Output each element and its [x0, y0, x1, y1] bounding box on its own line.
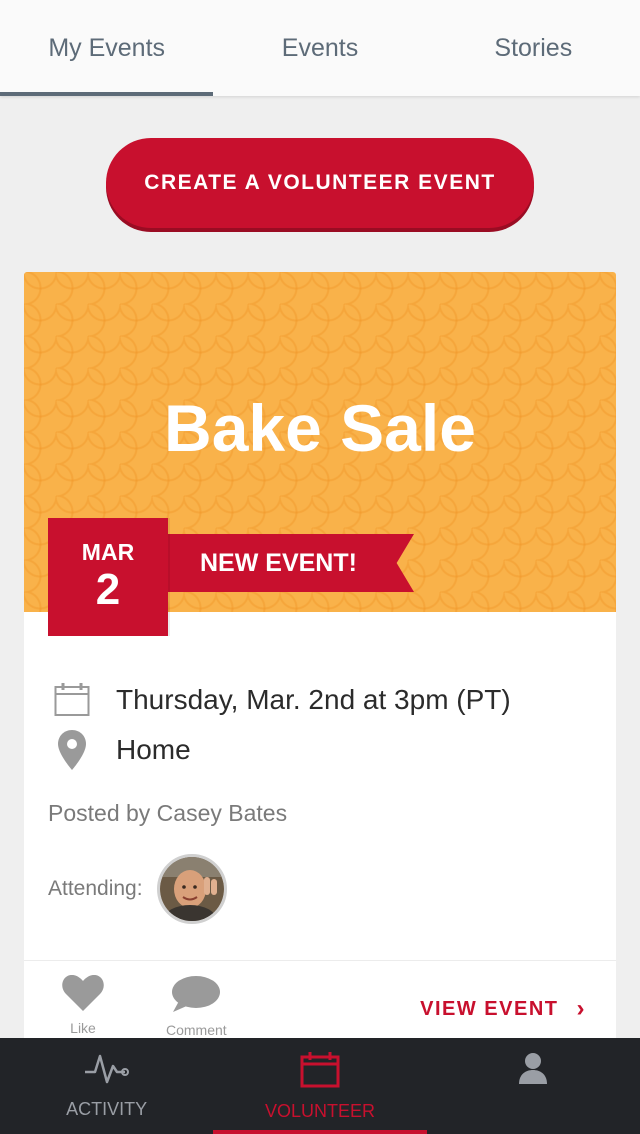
event-datetime: Thursday, Mar. 2nd at 3pm (PT) [116, 684, 511, 715]
attending-label: Attending: [48, 877, 143, 900]
nav-activity[interactable]: ACTIVITY [0, 1038, 213, 1134]
calendar-icon [52, 680, 92, 720]
comment-button[interactable]: Comment [166, 975, 227, 1038]
tab-stories[interactable]: Stories [427, 0, 640, 96]
activity-icon [84, 1052, 129, 1091]
view-event-button[interactable]: VIEW EVENT › [420, 995, 586, 1023]
event-datetime-row: Thursday, Mar. 2nd at 3pm (PT) [52, 680, 511, 720]
date-day: 2 [95, 565, 121, 614]
attendee-avatar[interactable] [156, 854, 227, 924]
posted-by: Posted by Casey Bates [48, 800, 288, 826]
calendar-icon [300, 1052, 340, 1093]
event-hero-banner[interactable]: Bake Sale NEW EVENT! MAR 2 [24, 272, 616, 636]
nav-profile[interactable] [427, 1038, 640, 1134]
date-month: MAR [81, 539, 135, 565]
event-location: Home [116, 734, 191, 765]
nav-volunteer-label: VOLUNTEER [264, 1101, 375, 1121]
nav-activity-label: ACTIVITY [66, 1099, 148, 1119]
nav-volunteer[interactable]: VOLUNTEER [213, 1038, 427, 1134]
event-location-row: Home [52, 730, 191, 770]
top-tab-bar: My Events Events Stories [0, 0, 640, 96]
bottom-nav-bar: ACTIVITY VOLUNTEER [0, 1038, 640, 1134]
attending-row: Attending: [48, 854, 227, 924]
create-volunteer-event-button[interactable]: CREATE A VOLUNTEER EVENT [106, 138, 534, 228]
like-button[interactable]: Like [62, 974, 104, 1036]
profile-icon [518, 1052, 548, 1089]
tab-events[interactable]: Events [213, 0, 426, 96]
tab-my-events[interactable]: My Events [0, 0, 214, 96]
event-title: Bake Sale [164, 391, 476, 465]
map-pin-icon [52, 730, 92, 770]
like-label: Like [70, 1020, 96, 1036]
event-card: Bake Sale NEW EVENT! MAR 2 Thursday, Mar… [24, 272, 616, 1052]
heart-icon [62, 974, 104, 1016]
view-event-label: VIEW EVENT [420, 997, 559, 1020]
ribbon-label: NEW EVENT! [200, 548, 357, 577]
comment-icon [171, 975, 221, 1018]
chevron-right-icon: › [576, 995, 586, 1022]
date-badge: MAR 2 [48, 518, 168, 636]
screen: My Events Events Stories CREATE A VOLUNT… [0, 0, 640, 1134]
comment-label: Comment [166, 1022, 227, 1038]
new-event-ribbon: NEW EVENT! [166, 534, 414, 592]
